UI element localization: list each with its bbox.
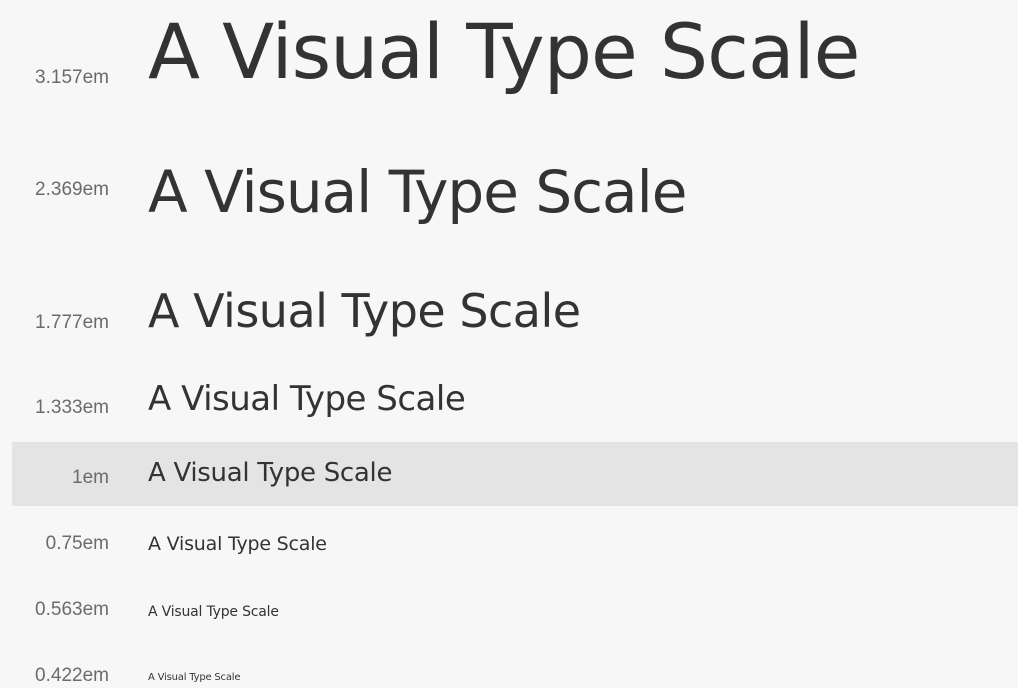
type-scale-page: 3.157em A Visual Type Scale 2.369em A Vi… [0, 0, 1018, 688]
scale-sample-text: A Visual Type Scale [148, 672, 241, 683]
scale-size-label: 1.333em [35, 397, 109, 418]
scale-size-label: 1.777em [35, 312, 109, 333]
scale-sample-text: A Visual Type Scale [148, 604, 279, 620]
scale-sample-text: A Visual Type Scale [148, 379, 466, 419]
scale-sample-text: A Visual Type Scale [148, 284, 581, 338]
scale-size-label: 0.75em [45, 533, 109, 554]
scale-size-label: 3.157em [35, 67, 109, 88]
scale-sample-text: A Visual Type Scale [148, 158, 687, 226]
scale-size-label: 0.422em [35, 665, 109, 686]
scale-size-label: 0.563em [35, 599, 109, 620]
scale-sample-text: A Visual Type Scale [148, 458, 393, 488]
scale-sample-text: A Visual Type Scale [148, 533, 327, 555]
scale-size-label: 1em [72, 467, 109, 488]
scale-sample-text: A Visual Type Scale [148, 7, 860, 96]
scale-size-label: 2.369em [35, 179, 109, 200]
